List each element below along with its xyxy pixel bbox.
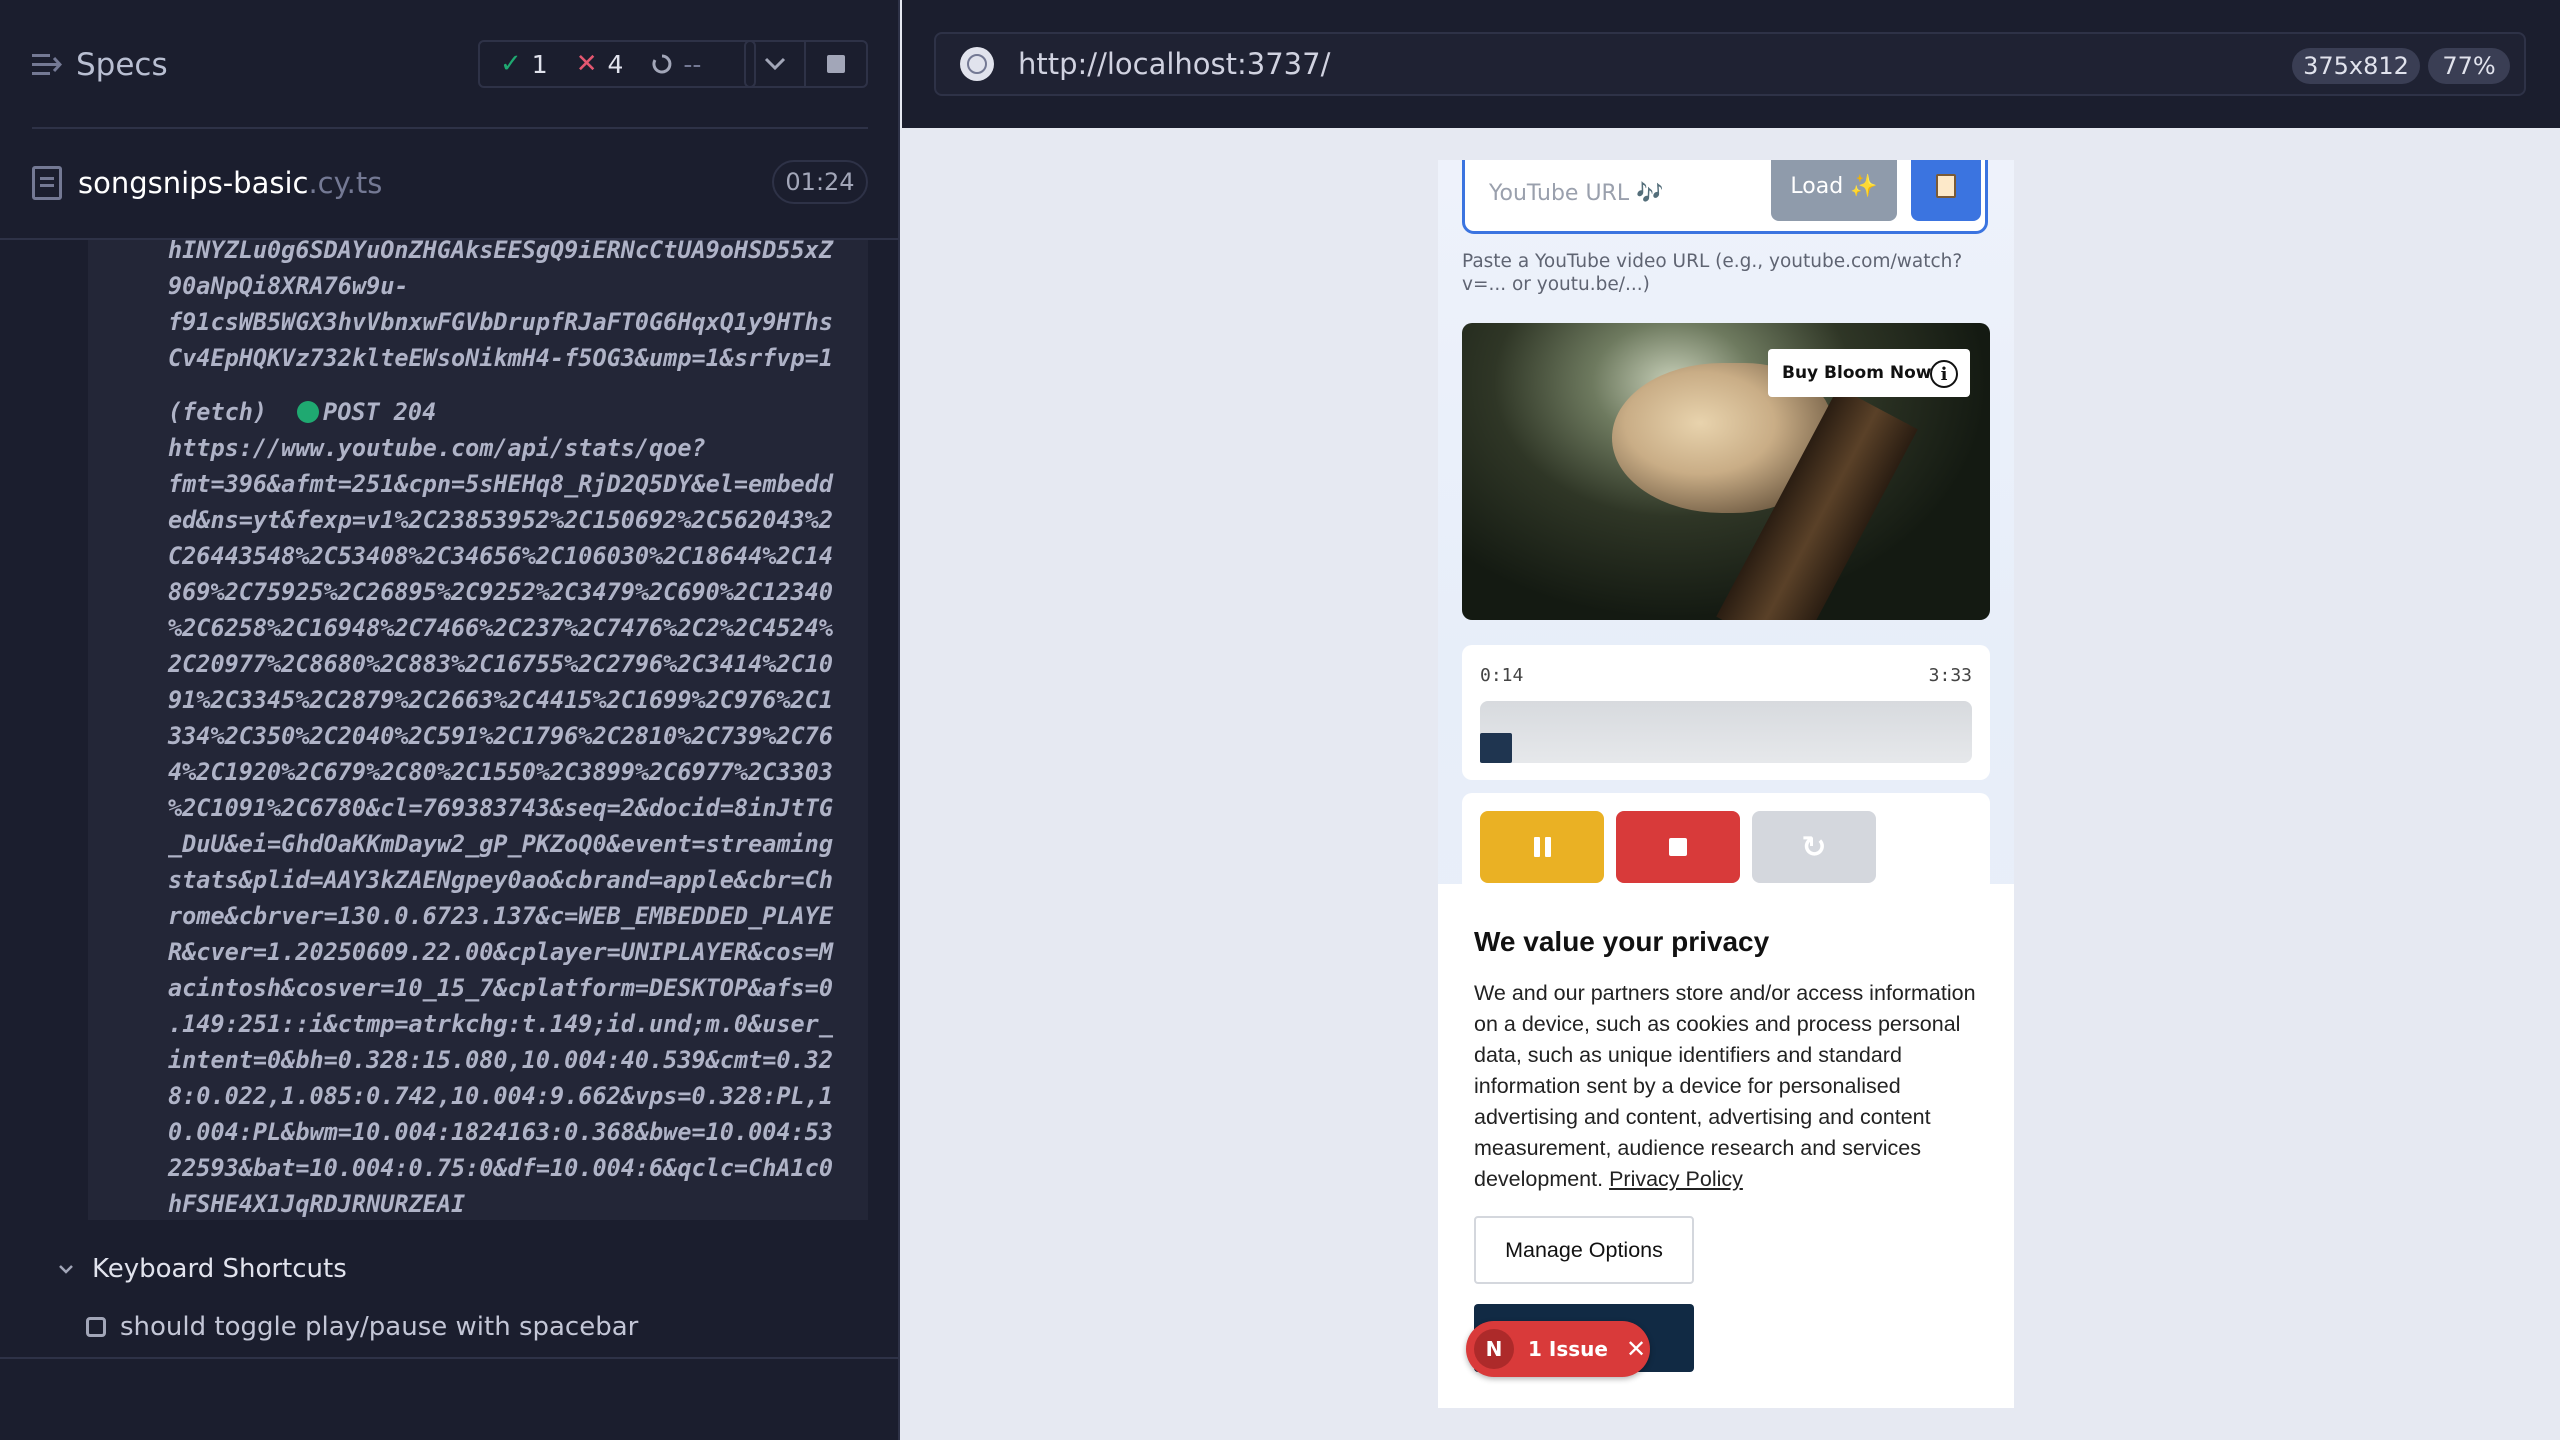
spec-file-ext: .cy.ts [308, 166, 383, 200]
url-hint: Paste a YouTube video URL (e.g., youtube… [1462, 251, 1963, 295]
fetch-label: (fetch) [168, 398, 268, 426]
issues-badge[interactable]: N 1 Issue ✕ [1466, 1321, 1650, 1377]
log-line: rome&cbrver=130.0.6723.137&c=WEB_EMBEDDE… [168, 902, 833, 930]
stop-icon [827, 55, 845, 73]
log-line: _DuU&ei=GhdOaKKmDayw2_gP_PKZoQ0&event=st… [168, 830, 833, 858]
divider [32, 127, 868, 129]
ad-buy-button[interactable]: Buy Bloom Now i [1768, 349, 1970, 397]
failed-x-icon: ✕ [575, 49, 598, 79]
stop-icon [1669, 838, 1687, 856]
timeline-card: 0:14 3:33 [1462, 645, 1990, 780]
spec-file-name: songsnips-basic [78, 166, 309, 200]
youtube-url-input[interactable]: YouTube URL 🎶 [1489, 181, 1664, 206]
manage-options-button[interactable]: Manage Options [1474, 1216, 1694, 1284]
nextjs-logo-icon: N [1474, 1329, 1514, 1369]
spec-file-row[interactable]: songsnips-basic .cy.ts 01:24 [32, 158, 868, 208]
log-line: hFSHE4X1JqRDJRNURZEAI [168, 1190, 466, 1218]
log-line: 22593&bat=10.004:0.75:0&df=10.004:6&qclc… [168, 1154, 833, 1182]
clipboard-icon [1936, 174, 1956, 198]
current-time: 0:14 [1480, 665, 1524, 686]
privacy-body: We and our partners store and/or access … [1474, 978, 1984, 1195]
privacy-policy-link[interactable]: Privacy Policy [1609, 1167, 1743, 1191]
test-item[interactable]: should toggle play/pause with spacebar [86, 1312, 638, 1342]
close-icon[interactable]: ✕ [1626, 1335, 1646, 1363]
stop-run-button[interactable] [804, 40, 868, 88]
log-line: acintosh&cosver=10_15_7&cplatform=DESKTO… [168, 974, 833, 1002]
suite-label: Keyboard Shortcuts [92, 1254, 347, 1284]
log-line: stats&plid=AAY3kZAENgpey0ao&cbrand=apple… [168, 866, 833, 894]
video-player[interactable]: Buy Bloom Now i [1462, 323, 1990, 620]
privacy-title: We value your privacy [1474, 926, 1770, 957]
viewport-size-badge: 375x812 [2292, 48, 2420, 84]
chevron-down-icon [59, 1265, 73, 1274]
passed-check-icon: ✓ [500, 49, 522, 79]
playback-controls: ↻ [1462, 793, 1990, 893]
issue-count: 1 Issue [1528, 1337, 1608, 1361]
log-line: %2C1091%2C6780&cl=769383743&seq=2&docid=… [168, 794, 833, 822]
log-line: f91csWB5WGX3hvVbnxwFGVbDrupfRJaFT0G6HqxQ… [168, 308, 833, 336]
stop-button[interactable] [1616, 811, 1740, 883]
log-line: Cv4EpHQKVz732klteEWsoNikmH4-f5OG3&ump=1&… [168, 344, 833, 372]
test-stats: ✓ 1 ✕ 4 -- [478, 40, 756, 88]
paste-button[interactable] [1911, 160, 1981, 221]
youtube-url-form: YouTube URL 🎶 Load ✨ [1462, 160, 1988, 234]
specs-list-icon[interactable] [32, 52, 62, 78]
log-line: 90aNpQi8XRA76w9u- [168, 272, 409, 300]
app-viewport: YouTube URL 🎶 Load ✨ Paste a YouTube vid… [1438, 160, 2014, 1408]
log-line: fmt=396&afmt=251&cpn=5sHEHq8_RjD2Q5DY&el… [168, 470, 833, 498]
log-line: ed&ns=yt&fexp=v1%2C23853952%2C150692%2C5… [168, 506, 833, 534]
specs-title[interactable]: Specs [76, 47, 168, 83]
log-line: https://www.youtube.com/api/stats/qoe? [168, 434, 706, 462]
url-bar[interactable]: http://localhost:3737/ 375x812 77% [934, 32, 2526, 96]
specs-header: Specs ✓ 1 ✕ 4 -- [32, 28, 868, 102]
progress-fill[interactable] [1480, 733, 1513, 763]
chevron-down-icon [764, 57, 786, 71]
pending-test-icon [86, 1317, 106, 1337]
globe-icon [960, 47, 994, 81]
document-icon [32, 166, 62, 200]
url-text[interactable]: http://localhost:3737/ [1018, 47, 1330, 81]
refresh-icon: ↻ [1801, 829, 1827, 865]
log-line: %2C6258%2C16948%2C7466%2C237%2C7476%2C2%… [168, 614, 833, 642]
progress-track[interactable] [1480, 701, 1972, 763]
log-line: .149:251::i&ctmp=atrkchg:t.149;id.und;m.… [168, 1010, 833, 1038]
privacy-text: We and our partners store and/or access … [1474, 981, 1976, 1191]
reset-button[interactable]: ↻ [1752, 811, 1876, 883]
total-time: 3:33 [1928, 665, 1972, 686]
request-log: hINYZLu0g6SDAYuOnZHGAksEESgQ9iERNcCtUA9o… [168, 240, 868, 1220]
status-dot-icon [297, 401, 320, 423]
log-line: 334%2C350%2C2040%2C591%2C1796%2C2810%2C7… [168, 722, 833, 750]
log-line: intent=0&bh=0.328:15.080,10.004:40.539&c… [168, 1046, 833, 1074]
fetch-status: POST 204 [323, 398, 437, 426]
command-log-detail: hINYZLu0g6SDAYuOnZHGAksEESgQ9iERNcCtUA9o… [88, 240, 868, 1220]
pending-spinner-icon [652, 54, 672, 74]
log-line: 2C20977%2C8680%2C883%2C16755%2C2796%2C34… [168, 650, 833, 678]
pause-button[interactable] [1480, 811, 1604, 883]
collapse-tests-button[interactable] [744, 40, 806, 88]
info-icon[interactable]: i [1930, 360, 1958, 388]
pause-icon [1533, 837, 1551, 857]
log-block: https://www.youtube.com/api/stats/qoe? fm… [168, 430, 868, 1220]
passed-count: 1 [531, 49, 548, 79]
ad-label: Buy Bloom Now [1782, 363, 1932, 383]
log-line: 91%2C3345%2C2879%2C2663%2C4415%2C1699%2C… [168, 686, 833, 714]
fetch-line: (fetch) POST 204 [168, 394, 868, 430]
log-line: 8:0.022,1.085:0.742,10.004:9.662&vps=0.3… [168, 1082, 833, 1110]
failed-count: 4 [607, 49, 624, 79]
zoom-badge: 77% [2428, 48, 2510, 84]
log-line: R&cver=1.20250609.22.00&cplayer=UNIPLAYE… [168, 938, 833, 966]
pending-count: -- [683, 49, 702, 79]
test-label: should toggle play/pause with spacebar [120, 1312, 639, 1342]
divider [0, 1357, 898, 1359]
cypress-runner-panel: Specs ✓ 1 ✕ 4 -- songsnips-basic .cy.ts 0… [0, 0, 900, 1440]
log-line: hINYZLu0g6SDAYuOnZHGAksEESgQ9iERNcCtUA9o… [168, 240, 833, 264]
load-button[interactable]: Load ✨ [1771, 160, 1897, 221]
log-line: C26443548%2C53408%2C34656%2C106030%2C186… [168, 542, 833, 570]
spec-duration: 01:24 [772, 160, 868, 204]
log-line: 0.004:PL&bwm=10.004:1824163:0.368&bwe=10… [168, 1118, 833, 1146]
log-line: 869%2C75925%2C26895%2C9252%2C3479%2C690%… [168, 578, 833, 606]
suite-keyboard-shortcuts[interactable]: Keyboard Shortcuts [56, 1254, 347, 1284]
log-line: 4%2C1920%2C679%2C80%2C1550%2C3899%2C6977… [168, 758, 833, 786]
browser-top-area: http://localhost:3737/ 375x812 77% [902, 0, 2560, 128]
